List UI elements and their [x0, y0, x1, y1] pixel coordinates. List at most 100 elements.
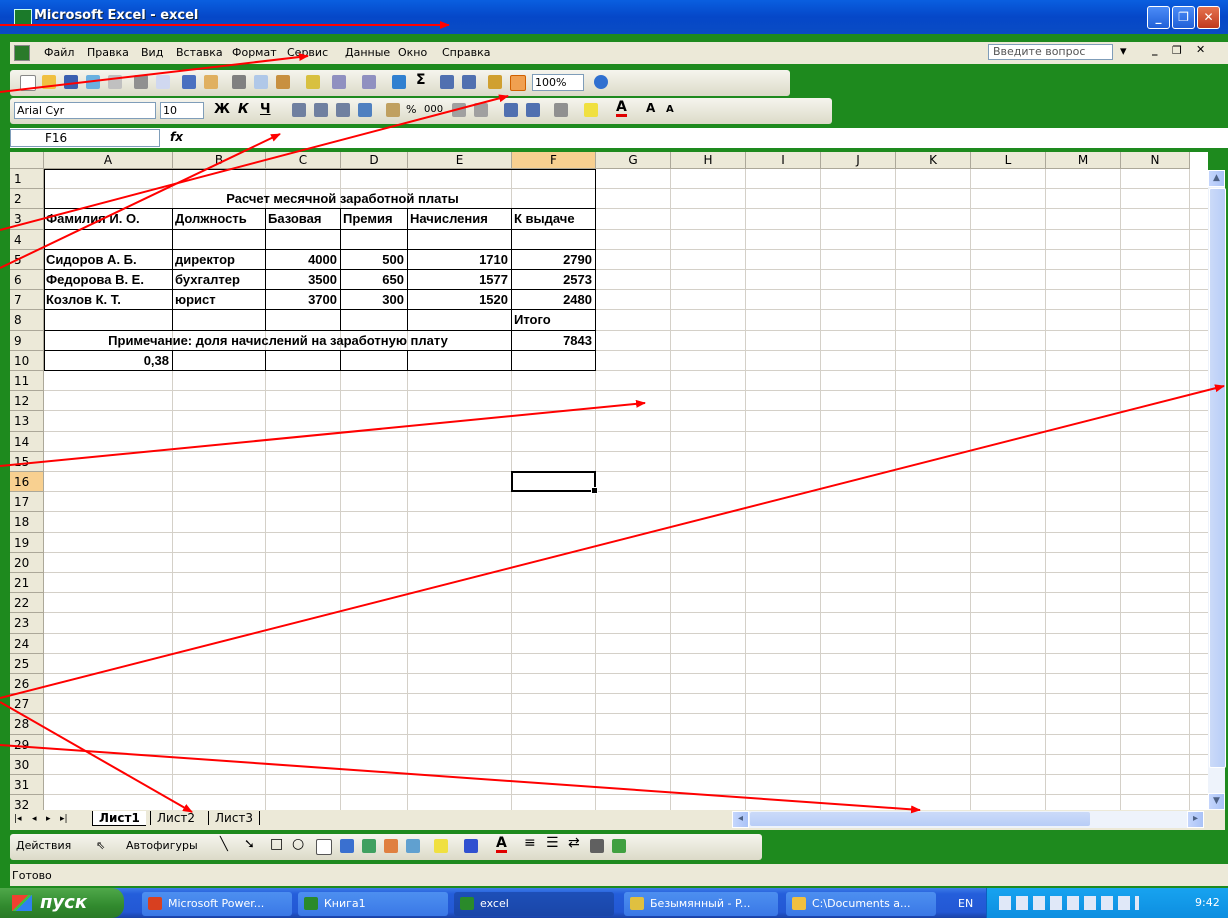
data-cell[interactable]: 300	[341, 292, 404, 307]
data-cell[interactable]: юрист	[175, 292, 216, 307]
picture-icon[interactable]	[406, 839, 420, 853]
row-header-13[interactable]: 13	[10, 411, 44, 432]
data-cell[interactable]: Козлов К. Т.	[46, 292, 121, 307]
draw-fill-color-icon[interactable]	[434, 839, 448, 853]
name-box[interactable]: F16	[10, 129, 160, 147]
dash-style-icon[interactable]: ☰	[546, 835, 559, 851]
row-header-15[interactable]: 15	[10, 451, 44, 472]
save-icon[interactable]	[64, 75, 78, 89]
row-header-7[interactable]: 7	[10, 290, 44, 311]
menu-file[interactable]: Файл	[44, 46, 74, 59]
line-style-icon[interactable]: ≡	[524, 835, 536, 851]
drawing-icon[interactable]	[510, 75, 526, 91]
data-cell[interactable]: 1520	[408, 292, 508, 307]
decrease-decimal-icon[interactable]	[474, 103, 488, 117]
data-cell[interactable]: 650	[341, 272, 404, 287]
column-header-f[interactable]: F	[512, 152, 596, 169]
data-cell[interactable]: 1710	[408, 252, 508, 267]
total-label-cell[interactable]: Итого	[514, 312, 551, 327]
row-header-8[interactable]: 8	[10, 310, 44, 331]
document-icon[interactable]	[14, 45, 30, 61]
row-header-2[interactable]: 2	[10, 189, 44, 210]
merge-center-icon[interactable]	[358, 103, 372, 117]
column-header-m[interactable]: M	[1046, 152, 1121, 169]
header-cell[interactable]: Премия	[343, 211, 393, 226]
menu-window[interactable]: Окно	[398, 46, 427, 59]
task-explorer[interactable]: C:\Documents a...	[786, 892, 936, 916]
fx-icon[interactable]: fx	[170, 130, 183, 144]
row-header-25[interactable]: 25	[10, 653, 44, 674]
question-dropdown-icon[interactable]: ▾	[1120, 44, 1127, 59]
undo-icon[interactable]	[332, 75, 346, 89]
header-cell[interactable]: Начисления	[410, 211, 488, 226]
task-powerpoint[interactable]: Microsoft Power...	[142, 892, 292, 916]
bold-button[interactable]: Ж	[214, 102, 230, 117]
draw-font-color-icon[interactable]: A	[496, 836, 507, 853]
sheet-title-cell[interactable]: Расчет месячной заработной платы	[173, 191, 512, 206]
data-cell[interactable]: 2790	[512, 252, 592, 267]
task-paint[interactable]: Безымянный - P...	[624, 892, 778, 916]
column-header-h[interactable]: H	[671, 152, 746, 169]
close-button[interactable]: ✕	[1197, 6, 1220, 29]
maximize-button[interactable]: ❐	[1172, 6, 1195, 29]
data-cell[interactable]: 3700	[266, 292, 337, 307]
shadow-style-icon[interactable]	[590, 839, 604, 853]
wordart-icon[interactable]	[340, 839, 354, 853]
textbox-icon[interactable]	[316, 839, 332, 855]
tray-icons[interactable]	[999, 896, 1139, 910]
row-header-11[interactable]: 11	[10, 371, 44, 392]
percent-button[interactable]: %	[406, 103, 416, 116]
doc-restore-icon[interactable]: ❐	[1172, 44, 1182, 57]
diagram-icon[interactable]	[362, 839, 376, 853]
language-indicator[interactable]: EN	[958, 897, 973, 910]
data-cell[interactable]: бухгалтер	[175, 272, 240, 287]
minimize-button[interactable]: _	[1147, 6, 1170, 29]
arrow-tool-icon[interactable]: ➘	[244, 837, 255, 852]
borders-icon[interactable]	[554, 103, 568, 117]
doc-close-icon[interactable]: ✕	[1196, 43, 1205, 56]
total-value-cell[interactable]: 7843	[512, 333, 592, 348]
data-cell[interactable]: 2480	[512, 292, 592, 307]
row-header-16[interactable]: 16	[10, 472, 44, 493]
grow-font-icon[interactable]: A	[646, 101, 655, 115]
redo-icon[interactable]	[362, 75, 376, 89]
column-header-c[interactable]: C	[266, 152, 341, 169]
row-header-23[interactable]: 23	[10, 613, 44, 634]
clipart-icon[interactable]	[384, 839, 398, 853]
new-icon[interactable]	[20, 75, 36, 91]
doc-minimize-icon[interactable]: _	[1152, 43, 1158, 56]
column-header-e[interactable]: E	[408, 152, 512, 169]
row-header-6[interactable]: 6	[10, 270, 44, 291]
thousands-button[interactable]: 000	[424, 104, 443, 115]
sheet-tab-1[interactable]: Лист1	[92, 811, 146, 826]
menu-format[interactable]: Формат	[232, 46, 277, 59]
increase-decimal-icon[interactable]	[452, 103, 466, 117]
oval-tool-icon[interactable]: ○	[292, 836, 304, 852]
zoom-combo[interactable]: 100%	[532, 74, 584, 91]
data-cell[interactable]: 1577	[408, 272, 508, 287]
copy-icon[interactable]	[254, 75, 268, 89]
decrease-indent-icon[interactable]	[504, 103, 518, 117]
row-header-9[interactable]: 9	[10, 330, 44, 351]
scroll-left-button[interactable]: ◂	[732, 811, 749, 828]
print-preview-icon[interactable]	[156, 75, 170, 89]
select-objects-icon[interactable]: ⇖	[96, 839, 105, 852]
data-cell[interactable]: 4000	[266, 252, 337, 267]
data-cell[interactable]: Федорова В. Е.	[46, 272, 144, 287]
vertical-scroll-thumb[interactable]	[1209, 188, 1226, 768]
row-header-27[interactable]: 27	[10, 694, 44, 715]
data-cell[interactable]: директор	[175, 252, 235, 267]
header-cell[interactable]: Базовая	[268, 211, 321, 226]
prev-sheet-nav-icon[interactable]: ◂	[32, 814, 37, 824]
sort-desc-icon[interactable]	[462, 75, 476, 89]
share-cell[interactable]: 0,38	[44, 353, 169, 368]
row-header-3[interactable]: 3	[10, 209, 44, 230]
row-header-4[interactable]: 4	[10, 229, 44, 250]
first-sheet-nav-icon[interactable]: |◂	[14, 814, 22, 824]
row-header-5[interactable]: 5	[10, 249, 44, 270]
line-tool-icon[interactable]: ╲	[220, 837, 228, 852]
scroll-up-button[interactable]: ▲	[1208, 170, 1225, 187]
column-header-l[interactable]: L	[971, 152, 1046, 169]
row-header-30[interactable]: 30	[10, 754, 44, 775]
research-icon[interactable]	[204, 75, 218, 89]
